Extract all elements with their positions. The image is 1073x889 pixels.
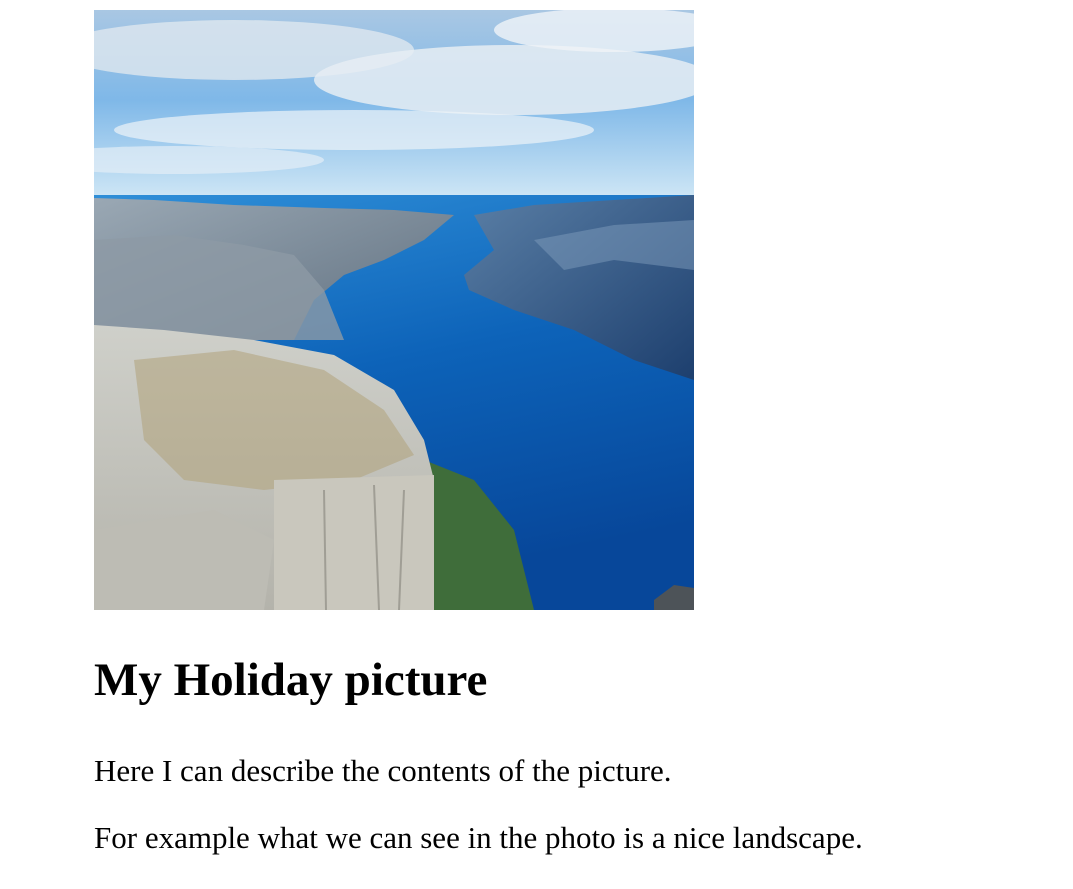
page-title: My Holiday picture (94, 654, 488, 706)
fjord-landscape-image (94, 10, 694, 610)
example-paragraph: For example what we can see in the photo… (94, 820, 863, 855)
holiday-photo (94, 10, 694, 610)
description-paragraph: Here I can describe the contents of the … (94, 753, 672, 788)
